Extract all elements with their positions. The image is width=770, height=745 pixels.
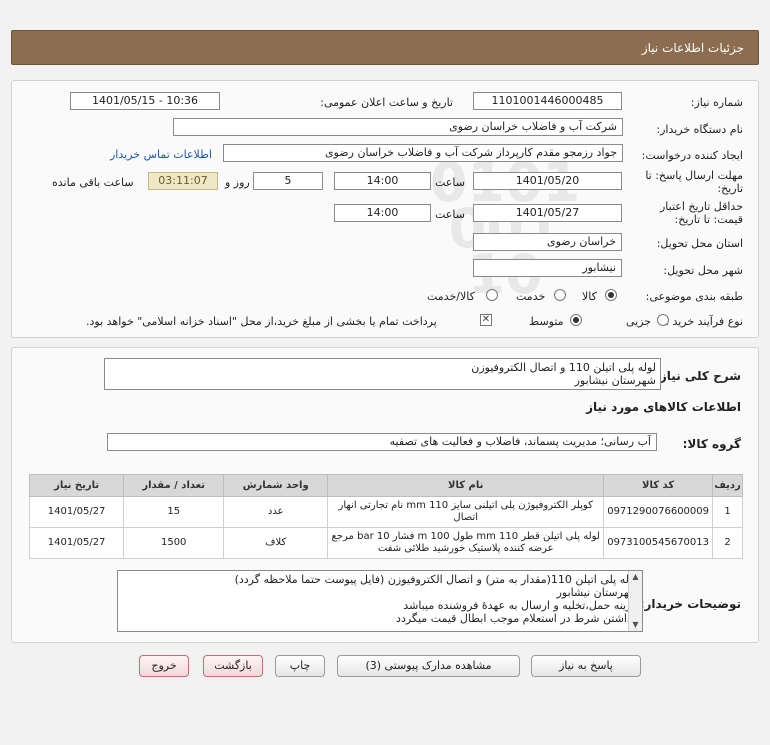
- summary-line-1: لوله پلی اتیلن 110 و اتصال الکتروفیوزن: [471, 361, 656, 374]
- validity-label: حداقل تاریخ اعتبار قیمت: تا تاریخ:: [659, 200, 743, 226]
- goods-table-header: ردیف کد کالا نام کالا واحد شمارش تعداد /…: [28, 474, 743, 497]
- city-label: شهر محل تحویل:: [663, 264, 743, 277]
- buyer-org-label: نام دستگاه خریدار:: [656, 123, 743, 136]
- cell-qty: 15: [123, 496, 225, 528]
- buyer-org-field: شرکت آب و فاضلاب خراسان رضوی: [173, 118, 623, 136]
- back-button[interactable]: بازگشت: [203, 655, 263, 677]
- cell-unit: عدد: [223, 496, 329, 528]
- page-header: جزئیات اطلاعات نیاز: [11, 30, 759, 65]
- buyer-notes-label: توضیحات خریدار:: [639, 597, 741, 611]
- process-option-medium: متوسط: [529, 315, 564, 328]
- province-label: استان محل تحویل:: [656, 237, 743, 250]
- header-qty: تعداد / مقدار: [123, 474, 225, 497]
- contact-buyer-link[interactable]: اطلاعات تماس خریدار: [110, 148, 212, 161]
- category-option-service: خدمت: [516, 290, 546, 303]
- days-label: روز و: [225, 176, 250, 189]
- header-code: کد کالا: [603, 474, 713, 497]
- cell-code: 0973100545670013: [603, 527, 713, 559]
- city-field: نیشابور: [473, 259, 622, 277]
- cell-row-number: 1: [712, 496, 743, 528]
- category-option-goods: کالا: [582, 290, 597, 303]
- summary-field: لوله پلی اتیلن 110 و اتصال الکتروفیوزن ش…: [104, 358, 661, 390]
- cell-row-number: 2: [712, 527, 743, 559]
- print-button[interactable]: چاپ: [275, 655, 325, 677]
- cell-date: 1401/05/27: [28, 496, 125, 528]
- goods-group-label: گروه کالا:: [682, 437, 741, 451]
- page-title: جزئیات اطلاعات نیاز: [641, 41, 744, 55]
- category-radio-goods-service[interactable]: [486, 289, 498, 301]
- buyer-notes-line-3: هزینه حمل،تخلیه و ارسال به عهدۀ فروشنده …: [403, 599, 638, 612]
- reply-button[interactable]: پاسخ به نیاز: [531, 655, 641, 677]
- cell-name: لوله پلی اتیلن قطر 110 mm طول 100 m فشار…: [327, 527, 605, 559]
- remaining-label: ساعت باقی مانده: [52, 176, 134, 189]
- header-unit: واحد شمارش: [223, 474, 329, 497]
- category-option-goods-service: کالا/خدمت: [427, 290, 475, 303]
- exit-button[interactable]: خروج: [139, 655, 189, 677]
- summary-label: شرح کلی نیاز:: [655, 369, 741, 383]
- treasury-checkbox[interactable]: ✕: [480, 314, 492, 326]
- header-date: تاریخ نیاز: [28, 474, 125, 497]
- need-number-label: شماره نیاز:: [690, 96, 743, 109]
- goods-group-field: آب رسانی؛ مدیریت پسماند، فاضلاب و فعالیت…: [107, 433, 657, 451]
- goods-table: ردیف کد کالا نام کالا واحد شمارش تعداد /…: [28, 474, 743, 559]
- scroll-up-icon[interactable]: ▲: [629, 571, 642, 583]
- reply-time-label: ساعت: [435, 176, 465, 189]
- header-name: نام کالا: [327, 474, 605, 497]
- buyer-notes-field[interactable]: لوله پلی اتیلن 110(مقدار به متر) و اتصال…: [117, 570, 643, 632]
- header-row-number: ردیف: [712, 474, 743, 497]
- cell-date: 1401/05/27: [28, 527, 125, 559]
- goods-info-title: اطلاعات کالاهای مورد نیاز: [586, 400, 741, 414]
- cell-code: 0971290076600009: [603, 496, 713, 528]
- reply-deadline-label: مهلت ارسال پاسخ: تا تاریخ:: [645, 169, 743, 195]
- validity-time-label: ساعت: [435, 208, 465, 221]
- reply-time-field: 14:00: [334, 172, 431, 190]
- validity-date-field: 1401/05/27: [473, 204, 622, 222]
- announce-label: تاریخ و ساعت اعلان عمومی:: [320, 96, 453, 109]
- category-label: طبقه بندی موضوعی:: [645, 290, 743, 303]
- days-field: 5: [253, 172, 323, 190]
- remaining-time-field: 03:11:07: [148, 172, 218, 190]
- announce-field: 1401/05/15 - 10:36: [70, 92, 220, 110]
- process-radio-minor[interactable]: [657, 314, 669, 326]
- view-documents-button[interactable]: مشاهده مدارک پیوستی (3): [337, 655, 520, 677]
- cell-name: کوپلر الکتروفیوژن پلی اتیلنی سایز 110 mm…: [327, 496, 605, 528]
- table-row[interactable]: 2 0973100545670013 لوله پلی اتیلن قطر 11…: [28, 527, 743, 559]
- reply-date-field: 1401/05/20: [473, 172, 622, 190]
- category-radio-goods[interactable]: [605, 289, 617, 301]
- scroll-down-icon[interactable]: ▼: [629, 619, 642, 631]
- validity-time-field: 14:00: [334, 204, 431, 222]
- buyer-notes-line-2: شهرستان نیشابور: [556, 586, 638, 599]
- creator-label: ایجاد کننده درخواست:: [641, 149, 743, 162]
- cell-unit: کلاف: [223, 527, 329, 559]
- buyer-notes-line-4: گذاشتن شرط در استعلام موجب ابطال قیمت می…: [396, 612, 638, 625]
- creator-field: جواد رزمجو مقدم کارپرداز شرکت آب و فاضلا…: [223, 144, 623, 162]
- process-label: نوع فرآیند خرید :: [665, 315, 743, 328]
- category-radio-service[interactable]: [554, 289, 566, 301]
- summary-line-2: شهرستان نیشابور: [574, 374, 656, 387]
- cell-qty: 1500: [123, 527, 225, 559]
- table-row[interactable]: 1 0971290076600009 کوپلر الکتروفیوژن پلی…: [28, 496, 743, 528]
- need-number-field: 1101001446000485: [473, 92, 622, 110]
- province-field: خراسان رضوی: [473, 233, 622, 251]
- buyer-notes-scrollbar[interactable]: ▲ ▼: [628, 571, 642, 631]
- process-radio-medium[interactable]: [570, 314, 582, 326]
- payment-note: پرداخت تمام یا بخشی از مبلغ خرید،از محل …: [86, 315, 437, 328]
- process-option-minor: جزیی: [626, 315, 652, 328]
- buyer-notes-line-1: لوله پلی اتیلن 110(مقدار به متر) و اتصال…: [234, 573, 638, 586]
